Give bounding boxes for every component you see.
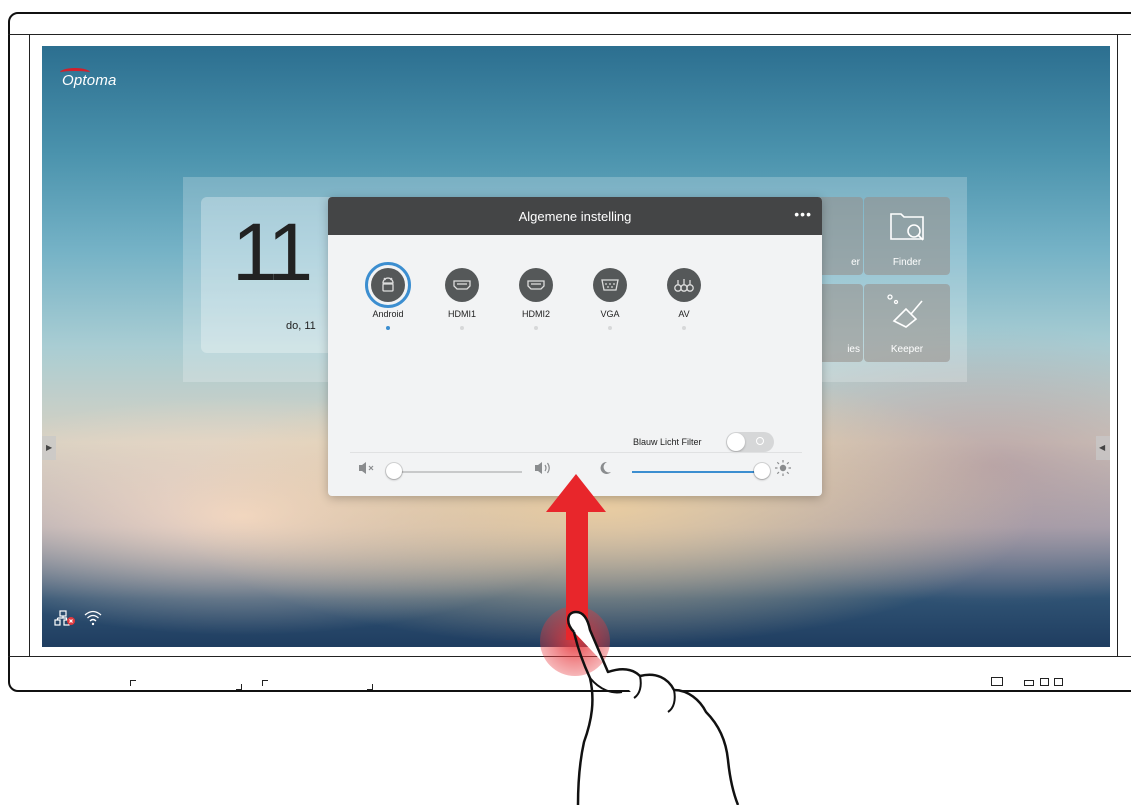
gesture-overlay <box>546 474 740 805</box>
hand-pointer-icon <box>567 610 740 805</box>
